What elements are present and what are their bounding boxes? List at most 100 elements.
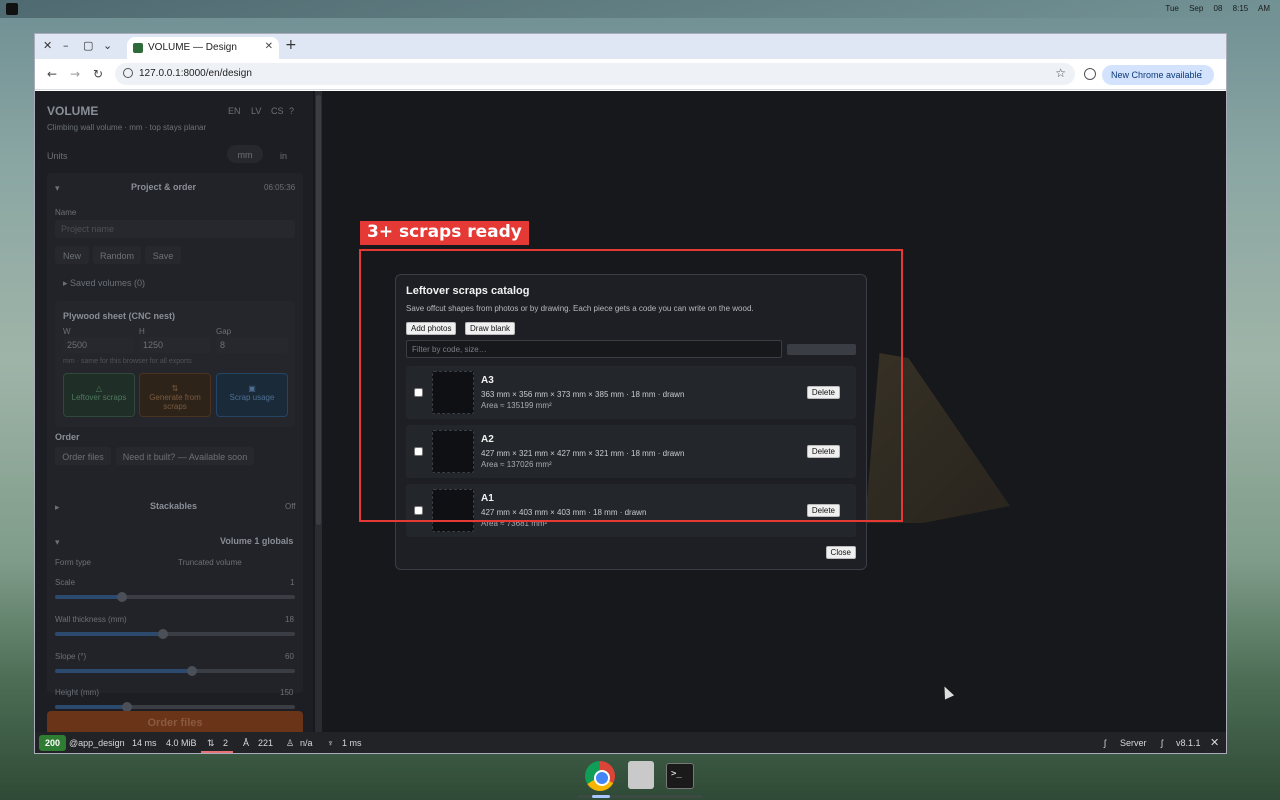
generate-from-scraps-tile[interactable]: ⇅ Generate from scraps — [139, 373, 211, 417]
wall-thickness-slider[interactable] — [55, 629, 295, 639]
back-icon[interactable]: ← — [47, 67, 57, 81]
scrap-card-a2[interactable]: A2 427 mm × 321 mm × 427 mm × 321 mm · 1… — [406, 425, 856, 478]
scrap-checkbox-a3[interactable] — [414, 388, 423, 397]
status-badge[interactable]: 200 — [39, 735, 66, 751]
menu-dots-icon[interactable]: ⋮ — [1196, 69, 1206, 80]
sheet-w-input[interactable]: 2500 — [63, 337, 134, 353]
slope-slider[interactable] — [55, 666, 295, 676]
tab-volume-design[interactable]: VOLUME — Design ✕ — [127, 37, 279, 59]
address-url[interactable]: 127.0.0.1:8000/en/design — [139, 68, 252, 79]
scrap-thumbnail-a2[interactable] — [432, 430, 474, 473]
delete-scrap-a2-button[interactable]: Delete — [806, 445, 840, 458]
lang-cs[interactable]: CS — [271, 106, 284, 116]
scrap-checkbox-a2[interactable] — [414, 447, 423, 456]
project-name-input[interactable]: Project name — [55, 220, 295, 238]
stackables-title[interactable]: Stackables — [150, 501, 197, 511]
name-label: Name — [55, 208, 77, 217]
sheet-h-input[interactable]: 1250 — [139, 337, 211, 353]
symfony-version[interactable]: v8.1.1 — [1176, 738, 1201, 748]
reload-icon[interactable]: ↻ — [93, 67, 103, 81]
sheet-h-value: 1250 — [143, 340, 164, 350]
leftover-scraps-tile[interactable]: △ Leftover scraps — [63, 373, 135, 417]
scrap-usage-tile[interactable]: ▣ Scrap usage — [216, 373, 288, 417]
app-title: VOLUME — [47, 104, 99, 118]
collapse-chevron-icon[interactable]: ▾ — [55, 183, 60, 194]
sheet-gap-input[interactable]: 8 — [216, 337, 288, 353]
form-type-value[interactable]: Truncated volume — [178, 558, 242, 567]
window-minimize-icon[interactable]: – — [63, 40, 69, 52]
site-info-icon[interactable] — [123, 68, 133, 78]
volume-chevron-icon[interactable]: ▾ — [55, 537, 60, 548]
translation-count[interactable]: 221 — [258, 738, 273, 748]
order-files-button[interactable]: Order files — [55, 447, 111, 465]
os-logo-icon[interactable] — [6, 3, 18, 15]
os-clock[interactable]: Tue Sep 08 8:15 AM — [1165, 4, 1270, 13]
tab-search-icon[interactable]: ⌄ — [103, 40, 112, 52]
address-bar[interactable]: 127.0.0.1:8000/en/design — [115, 63, 1075, 85]
window-close-icon[interactable]: ✕ — [43, 40, 52, 52]
tab-close-icon[interactable]: ✕ — [265, 41, 273, 52]
scrap-thumbnail-a3[interactable] — [432, 371, 474, 414]
filter-input[interactable] — [406, 340, 782, 358]
window-maximize-icon[interactable]: ▢ — [83, 40, 93, 52]
stackables-value: Off — [285, 502, 296, 511]
lang-lv[interactable]: LV — [251, 106, 261, 116]
project-name-placeholder: Project name — [61, 224, 115, 234]
server-label[interactable]: Server — [1120, 738, 1147, 748]
scrap-thumbnail-a1[interactable] — [432, 489, 474, 532]
tab-strip: ✕ – ▢ ⌄ VOLUME — Design ✕ + — [35, 34, 1226, 59]
favicon-icon — [133, 43, 143, 53]
wall-thickness-label: Wall thickness (mm) — [55, 615, 127, 624]
scrap-code-a1: A1 — [481, 493, 494, 504]
height-slider[interactable] — [55, 702, 295, 712]
scrap-checkbox-a1[interactable] — [414, 506, 423, 515]
delete-scrap-a3-button[interactable]: Delete — [806, 386, 840, 399]
requests-count[interactable]: 2 — [223, 738, 228, 748]
twig-time[interactable]: 1 ms — [342, 738, 362, 748]
help-button[interactable]: ? — [289, 106, 294, 116]
scrap-card-a3[interactable]: A3 363 mm × 356 mm × 373 mm × 385 mm · 1… — [406, 366, 856, 419]
unit-mm[interactable]: mm — [227, 145, 263, 163]
stackables-chevron-icon[interactable]: ▸ — [55, 502, 60, 513]
add-photos-button[interactable]: Add photos — [406, 322, 457, 335]
order-files-cta[interactable]: Order files — [47, 711, 303, 732]
leftover-scraps-label: Leftover scraps — [71, 393, 127, 402]
form-type-label: Form type — [55, 558, 92, 567]
volume-3d-preview[interactable] — [865, 353, 1010, 523]
save-project-button[interactable]: Save — [145, 246, 181, 264]
close-toolbar-icon[interactable]: ✕ — [1210, 736, 1219, 749]
delete-scrap-a1-button[interactable]: Delete — [806, 504, 840, 517]
file-manager-app-icon[interactable] — [628, 761, 654, 789]
chrome-update-button[interactable]: New Chrome available ⋮ — [1102, 65, 1214, 85]
sidebar: VOLUME EN LV CS ? Climbing wall volume ·… — [35, 91, 313, 732]
lang-en[interactable]: EN — [228, 106, 241, 116]
terminal-app-icon[interactable]: >_ — [666, 763, 694, 789]
close-dialog-button[interactable]: Close — [825, 546, 856, 559]
saved-volumes-toggle[interactable]: ▸ Saved volumes (0) — [63, 278, 145, 289]
new-tab-icon[interactable]: + — [285, 38, 297, 52]
slope-slider-handle[interactable] — [186, 666, 197, 676]
scale-label: Scale — [55, 578, 76, 587]
volume-globals-title[interactable]: Volume 1 globals — [220, 536, 293, 546]
chrome-app-icon[interactable] — [585, 761, 615, 791]
need-it-built-button[interactable]: Need it built? — Available soon — [116, 447, 254, 465]
bulk-action-button[interactable] — [787, 344, 856, 355]
scrap-dims-a3: 363 mm × 356 mm × 373 mm × 385 mm · 18 m… — [481, 390, 685, 399]
sidebar-scrollbar-thumb[interactable] — [316, 95, 321, 525]
forward-icon[interactable]: → — [70, 67, 80, 81]
memory-usage[interactable]: 4.0 MiB — [166, 738, 197, 748]
request-time[interactable]: 14 ms — [132, 738, 157, 748]
scrap-card-a1[interactable]: A1 427 mm × 403 mm × 403 mm · 18 mm · dr… — [406, 484, 856, 537]
draw-blank-button[interactable]: Draw blank — [465, 322, 516, 335]
bookmark-star-icon[interactable]: ☆ — [1055, 66, 1066, 80]
project-section-title[interactable]: Project & order — [131, 182, 196, 192]
profile-icon[interactable] — [1084, 68, 1096, 80]
wall-thickness-value: 18 — [285, 615, 294, 624]
random-project-button[interactable]: Random — [93, 246, 141, 264]
unit-in[interactable]: in — [280, 151, 287, 161]
user-value[interactable]: n/a — [300, 738, 313, 748]
scale-slider[interactable] — [55, 592, 295, 602]
route-name[interactable]: @app_design — [69, 738, 125, 748]
new-project-button[interactable]: New — [55, 246, 89, 264]
wall-thickness-slider-handle[interactable] — [158, 629, 168, 639]
